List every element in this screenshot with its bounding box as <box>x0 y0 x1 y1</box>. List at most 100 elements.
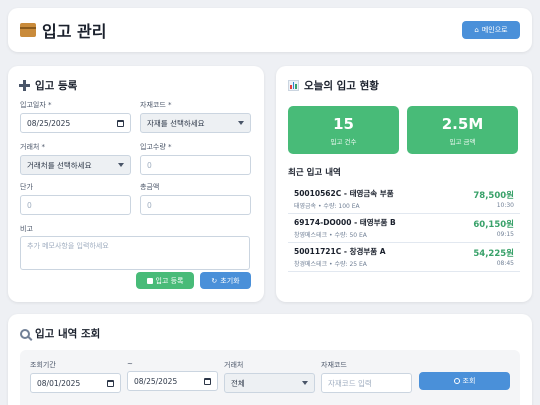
date-to-value: 08/25/2025 <box>134 376 178 386</box>
material-value: 자재를 선택하세요 <box>147 118 205 128</box>
item-sub: 태영금속 • 수량: 100 EA <box>294 203 360 210</box>
save-icon <box>146 277 153 284</box>
tilde-label: ~ <box>127 360 133 368</box>
date-to-input[interactable]: 08/25/2025 <box>127 371 218 391</box>
date-from-value: 08/01/2025 <box>37 378 81 388</box>
reset-button[interactable]: ↻ 초기화 <box>200 272 251 289</box>
vendor-select[interactable]: 거래처를 선택하세요 <box>20 155 131 175</box>
list-item[interactable]: 50010562C - 태영금속 부품 태영금속 • 수량: 100 EA 78… <box>288 185 520 214</box>
register-panel: 입고 등록 입고일자 * 08/25/2025 자재코드 * 자재를 선택하세요… <box>8 66 264 302</box>
amount-tile: 2.5M 입고 금액 <box>407 106 518 154</box>
qty-placeholder: 0 <box>147 160 152 170</box>
item-name: 50011721C - 창경부품 A <box>294 247 386 256</box>
total-placeholder: 0 <box>147 200 152 210</box>
today-panel: 오늘의 입고 현황 15 입고 건수 2.5M 입고 금액 최근 입고 내역 5… <box>276 66 532 302</box>
recent-title: 최근 입고 내역 <box>288 168 341 178</box>
memo-textarea[interactable]: 추가 메모사항을 입력하세요 <box>20 236 250 270</box>
vendor-value: 거래처를 선택하세요 <box>27 160 92 170</box>
period-label: 조회기간 <box>30 361 56 369</box>
price-label: 단가 <box>20 183 33 191</box>
search-material-group: 자재코드 자재코드 입력 <box>321 360 412 393</box>
date-input[interactable]: 08/25/2025 <box>20 113 131 133</box>
search-material-input[interactable]: 자재코드 입력 <box>321 373 412 393</box>
search-title-text: 입고 내역 조회 <box>35 328 101 340</box>
item-time: 09:15 <box>496 231 514 238</box>
total-field-group: 총금액 0 <box>140 182 251 215</box>
calendar-icon <box>107 379 114 387</box>
date-field-group: 입고일자 * 08/25/2025 <box>20 100 131 133</box>
today-tiles: 15 입고 건수 2.5M 입고 금액 <box>288 106 520 154</box>
register-title: 입고 등록 <box>19 78 253 93</box>
search-vendor-group: 거래처 전체 <box>224 360 315 393</box>
chevron-down-icon <box>238 121 244 125</box>
vendor-label: 거래처 * <box>20 143 46 151</box>
chevron-down-icon <box>302 381 308 385</box>
search-panel: 입고 내역 조회 조회기간 08/01/2025 ~ 08/25/2025 거래… <box>8 314 532 405</box>
memo-placeholder: 추가 메모사항을 입력하세요 <box>27 242 109 250</box>
item-time: 08:45 <box>496 260 514 267</box>
package-icon <box>20 23 36 37</box>
count-label: 입고 건수 <box>330 137 357 146</box>
qty-label: 입고수량 * <box>140 143 172 151</box>
page-title-group: 입고 관리 <box>20 18 106 42</box>
plus-icon <box>19 80 30 91</box>
search-button-icon <box>453 378 460 384</box>
search-vendor-label: 거래처 <box>224 361 244 369</box>
qty-input[interactable]: 0 <box>140 155 251 175</box>
amount-label: 입고 금액 <box>449 137 476 146</box>
filter-bar: 조회기간 08/01/2025 ~ 08/25/2025 거래처 전체 자재코드… <box>20 350 520 405</box>
item-amount: 78,500원 <box>473 191 514 201</box>
submit-button[interactable]: 입고 등록 <box>136 272 194 289</box>
material-select[interactable]: 자재를 선택하세요 <box>140 113 251 133</box>
search-button[interactable]: 조회 <box>419 372 510 390</box>
material-field-group: 자재코드 * 자재를 선택하세요 <box>140 100 251 133</box>
search-vendor-select[interactable]: 전체 <box>224 373 315 393</box>
total-input[interactable]: 0 <box>140 195 251 215</box>
item-amount: 54,225원 <box>473 249 514 259</box>
price-field-group: 단가 0 <box>20 182 131 215</box>
search-icon <box>20 328 30 339</box>
price-input[interactable]: 0 <box>20 195 131 215</box>
calendar-icon <box>117 119 124 127</box>
search-button-label: 조회 <box>462 377 476 385</box>
item-name: 69174-DO000 - 태영부품 B <box>294 218 396 227</box>
recent-list: 50010562C - 태영금속 부품 태영금속 • 수량: 100 EA 78… <box>288 185 520 272</box>
date-label: 입고일자 * <box>20 101 52 109</box>
material-label: 자재코드 * <box>140 101 172 109</box>
search-material-placeholder: 자재코드 입력 <box>328 378 372 388</box>
chevron-down-icon <box>118 163 124 167</box>
today-title: 오늘의 입고 현황 <box>288 78 520 93</box>
search-title: 입고 내역 조회 <box>20 326 520 341</box>
qty-field-group: 입고수량 * 0 <box>140 142 251 175</box>
today-title-text: 오늘의 입고 현황 <box>304 80 379 92</box>
main-button-label: 메인으로 <box>481 26 508 34</box>
search-material-label: 자재코드 <box>321 361 347 369</box>
reset-button-label: 초기화 <box>220 276 240 285</box>
item-time: 10:30 <box>496 202 514 209</box>
refresh-icon: ↻ <box>211 276 218 285</box>
date-value: 08/25/2025 <box>27 118 71 128</box>
register-title-text: 입고 등록 <box>35 80 78 92</box>
list-item[interactable]: 69174-DO000 - 태영부품 B 창영메스테크 • 수량: 50 EA … <box>288 214 520 243</box>
item-sub: 창경메스테크 • 수량: 25 EA <box>294 261 367 268</box>
home-icon: ⌂ <box>474 26 479 34</box>
page-title: 입고 관리 <box>42 22 107 41</box>
bar-chart-icon <box>288 80 299 91</box>
calendar-icon <box>204 377 211 385</box>
count-value: 15 <box>333 114 354 133</box>
search-vendor-value: 전체 <box>231 378 245 388</box>
date-from-input[interactable]: 08/01/2025 <box>30 373 121 393</box>
main-button[interactable]: ⌂ 메인으로 <box>462 21 520 39</box>
item-amount: 60,150원 <box>473 220 514 230</box>
item-name: 50010562C - 태영금속 부품 <box>294 189 394 198</box>
list-item[interactable]: 50011721C - 창경부품 A 창경메스테크 • 수량: 25 EA 54… <box>288 243 520 272</box>
submit-button-label: 입고 등록 <box>155 276 184 285</box>
count-tile: 15 입고 건수 <box>288 106 399 154</box>
total-label: 총금액 <box>140 183 160 191</box>
date-to-field-group: ~ 08/25/2025 <box>127 360 218 391</box>
item-sub: 창영메스테크 • 수량: 50 EA <box>294 232 367 239</box>
memo-label: 비고 <box>20 225 33 233</box>
period-field-group: 조회기간 08/01/2025 <box>30 360 121 393</box>
price-placeholder: 0 <box>27 200 32 210</box>
page-header: 입고 관리 ⌂ 메인으로 <box>8 8 532 52</box>
